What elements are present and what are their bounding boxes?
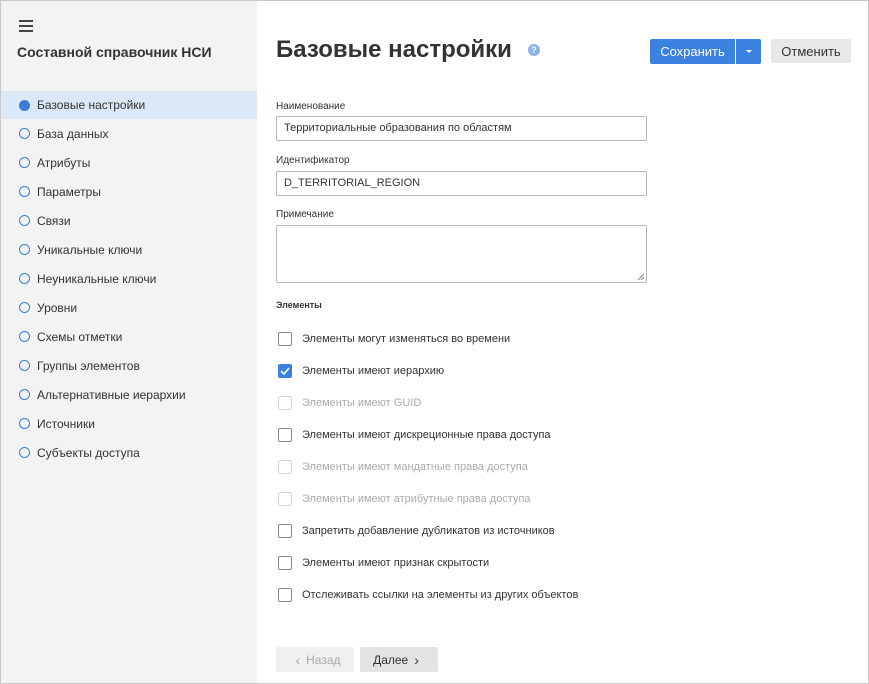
sidebar-item-database[interactable]: База данных [1, 119, 257, 148]
save-dropdown-button[interactable] [736, 39, 761, 64]
radio-icon [19, 302, 30, 313]
next-button[interactable]: Далее › [360, 647, 438, 672]
radio-icon [19, 418, 30, 429]
sidebar-item-links[interactable]: Связи [1, 206, 257, 235]
sidebar-item-alt-hierarchies[interactable]: Альтернативные иерархии [1, 380, 257, 409]
page-title: Базовые настройки [276, 36, 512, 63]
sidebar-item-label: Схемы отметки [37, 329, 123, 344]
sidebar-item-parameters[interactable]: Параметры [1, 177, 257, 206]
sidebar: Составной справочник НСИ Базовые настрой… [1, 1, 257, 683]
next-label: Далее [373, 652, 409, 667]
sidebar-item-label: Уровни [37, 300, 78, 315]
main-panel: Базовые настройки ? Сохранить Отменить Н… [257, 1, 868, 683]
option-label: Элементы имеют признак скрытости [302, 557, 490, 569]
radio-selected-icon [19, 99, 30, 111]
option-label: Элементы имеют атрибутные права доступа [302, 493, 531, 505]
option-no-duplicates[interactable]: Запретить добавление дубликатов из источ… [278, 523, 555, 539]
note-label: Примечание [276, 209, 334, 220]
sidebar-item-label: Неуникальные ключи [37, 271, 157, 286]
sidebar-item-sources[interactable]: Источники [1, 409, 257, 438]
checkmark-icon [280, 367, 290, 375]
resize-grip-icon[interactable] [637, 273, 644, 280]
sidebar-item-attributes[interactable]: Атрибуты [1, 148, 257, 177]
radio-icon [19, 128, 30, 139]
sidebar-item-label: Связи [37, 213, 71, 228]
option-track-references[interactable]: Отслеживать ссылки на элементы из других… [278, 587, 578, 603]
sidebar-nav: Базовые настройки База данных Атрибуты П… [1, 91, 257, 467]
sidebar-item-basic-settings[interactable]: Базовые настройки [1, 91, 257, 119]
option-guid: Элементы имеют GUID [278, 395, 421, 411]
sidebar-item-mark-schemes[interactable]: Схемы отметки [1, 322, 257, 351]
sidebar-item-levels[interactable]: Уровни [1, 293, 257, 322]
sidebar-item-label: Базовые настройки [37, 98, 146, 112]
elements-section-title: Элементы [276, 300, 322, 310]
radio-icon [19, 331, 30, 342]
checkbox[interactable] [278, 332, 292, 346]
option-label: Элементы могут изменяться во времени [302, 333, 511, 345]
name-input[interactable]: Территориальные образования по областям [276, 116, 647, 141]
checkbox-checked[interactable] [278, 364, 292, 378]
option-label: Элементы имеют GUID [302, 397, 422, 409]
checkbox-disabled [278, 396, 292, 410]
checkbox[interactable] [278, 524, 292, 538]
caret-down-icon [745, 50, 752, 53]
save-button[interactable]: Сохранить [650, 39, 735, 64]
checkbox[interactable] [278, 588, 292, 602]
option-discretionary-access[interactable]: Элементы имеют дискреционные права досту… [278, 427, 551, 443]
sidebar-item-label: Атрибуты [37, 155, 91, 170]
radio-icon [19, 389, 30, 400]
back-button: ‹ Назад [276, 647, 354, 672]
sidebar-item-element-groups[interactable]: Группы элементов [1, 351, 257, 380]
sidebar-item-access-subjects[interactable]: Субъекты доступа [1, 438, 257, 467]
option-time-variable[interactable]: Элементы могут изменяться во времени [278, 331, 510, 347]
app-title: Составной справочник НСИ [17, 44, 212, 60]
sidebar-item-label: База данных [37, 126, 109, 141]
cancel-button[interactable]: Отменить [771, 39, 851, 63]
radio-icon [19, 215, 30, 226]
sidebar-item-label: Параметры [37, 184, 101, 199]
sidebar-item-label: Группы элементов [37, 358, 140, 373]
back-label: Назад [306, 652, 341, 667]
option-attribute-access: Элементы имеют атрибутные права доступа [278, 491, 531, 507]
checkbox[interactable] [278, 556, 292, 570]
chevron-right-icon: › [414, 651, 419, 668]
sidebar-item-nonunique-keys[interactable]: Неуникальные ключи [1, 264, 257, 293]
option-hierarchy[interactable]: Элементы имеют иерархию [278, 363, 444, 379]
checkbox-disabled [278, 492, 292, 506]
radio-icon [19, 186, 30, 197]
option-label: Запретить добавление дубликатов из источ… [302, 525, 555, 537]
radio-icon [19, 157, 30, 168]
sidebar-item-label: Уникальные ключи [37, 242, 143, 257]
help-icon[interactable]: ? [528, 44, 540, 56]
option-label: Элементы имеют мандатные права доступа [302, 461, 528, 473]
chevron-left-icon: ‹ [295, 651, 301, 668]
sidebar-item-label: Субъекты доступа [37, 445, 140, 460]
checkbox[interactable] [278, 428, 292, 442]
option-mandatory-access: Элементы имеют мандатные права доступа [278, 459, 528, 475]
note-textarea[interactable] [276, 225, 647, 283]
option-label: Отслеживать ссылки на элементы из других… [302, 589, 579, 601]
id-input[interactable]: D_TERRITORIAL_REGION [276, 171, 647, 196]
sidebar-item-label: Альтернативные иерархии [37, 387, 186, 402]
radio-icon [19, 273, 30, 284]
radio-icon [19, 447, 30, 458]
option-label: Элементы имеют иерархию [302, 365, 445, 377]
id-label: Идентификатор [276, 155, 350, 166]
checkbox-disabled [278, 460, 292, 474]
name-label: Наименование [276, 101, 346, 112]
radio-icon [19, 244, 30, 255]
app-window: Составной справочник НСИ Базовые настрой… [0, 0, 869, 684]
menu-icon[interactable] [19, 20, 33, 32]
sidebar-item-unique-keys[interactable]: Уникальные ключи [1, 235, 257, 264]
sidebar-item-label: Источники [37, 416, 95, 431]
option-hidden-flag[interactable]: Элементы имеют признак скрытости [278, 555, 489, 571]
option-label: Элементы имеют дискреционные права досту… [302, 429, 551, 441]
radio-icon [19, 360, 30, 371]
